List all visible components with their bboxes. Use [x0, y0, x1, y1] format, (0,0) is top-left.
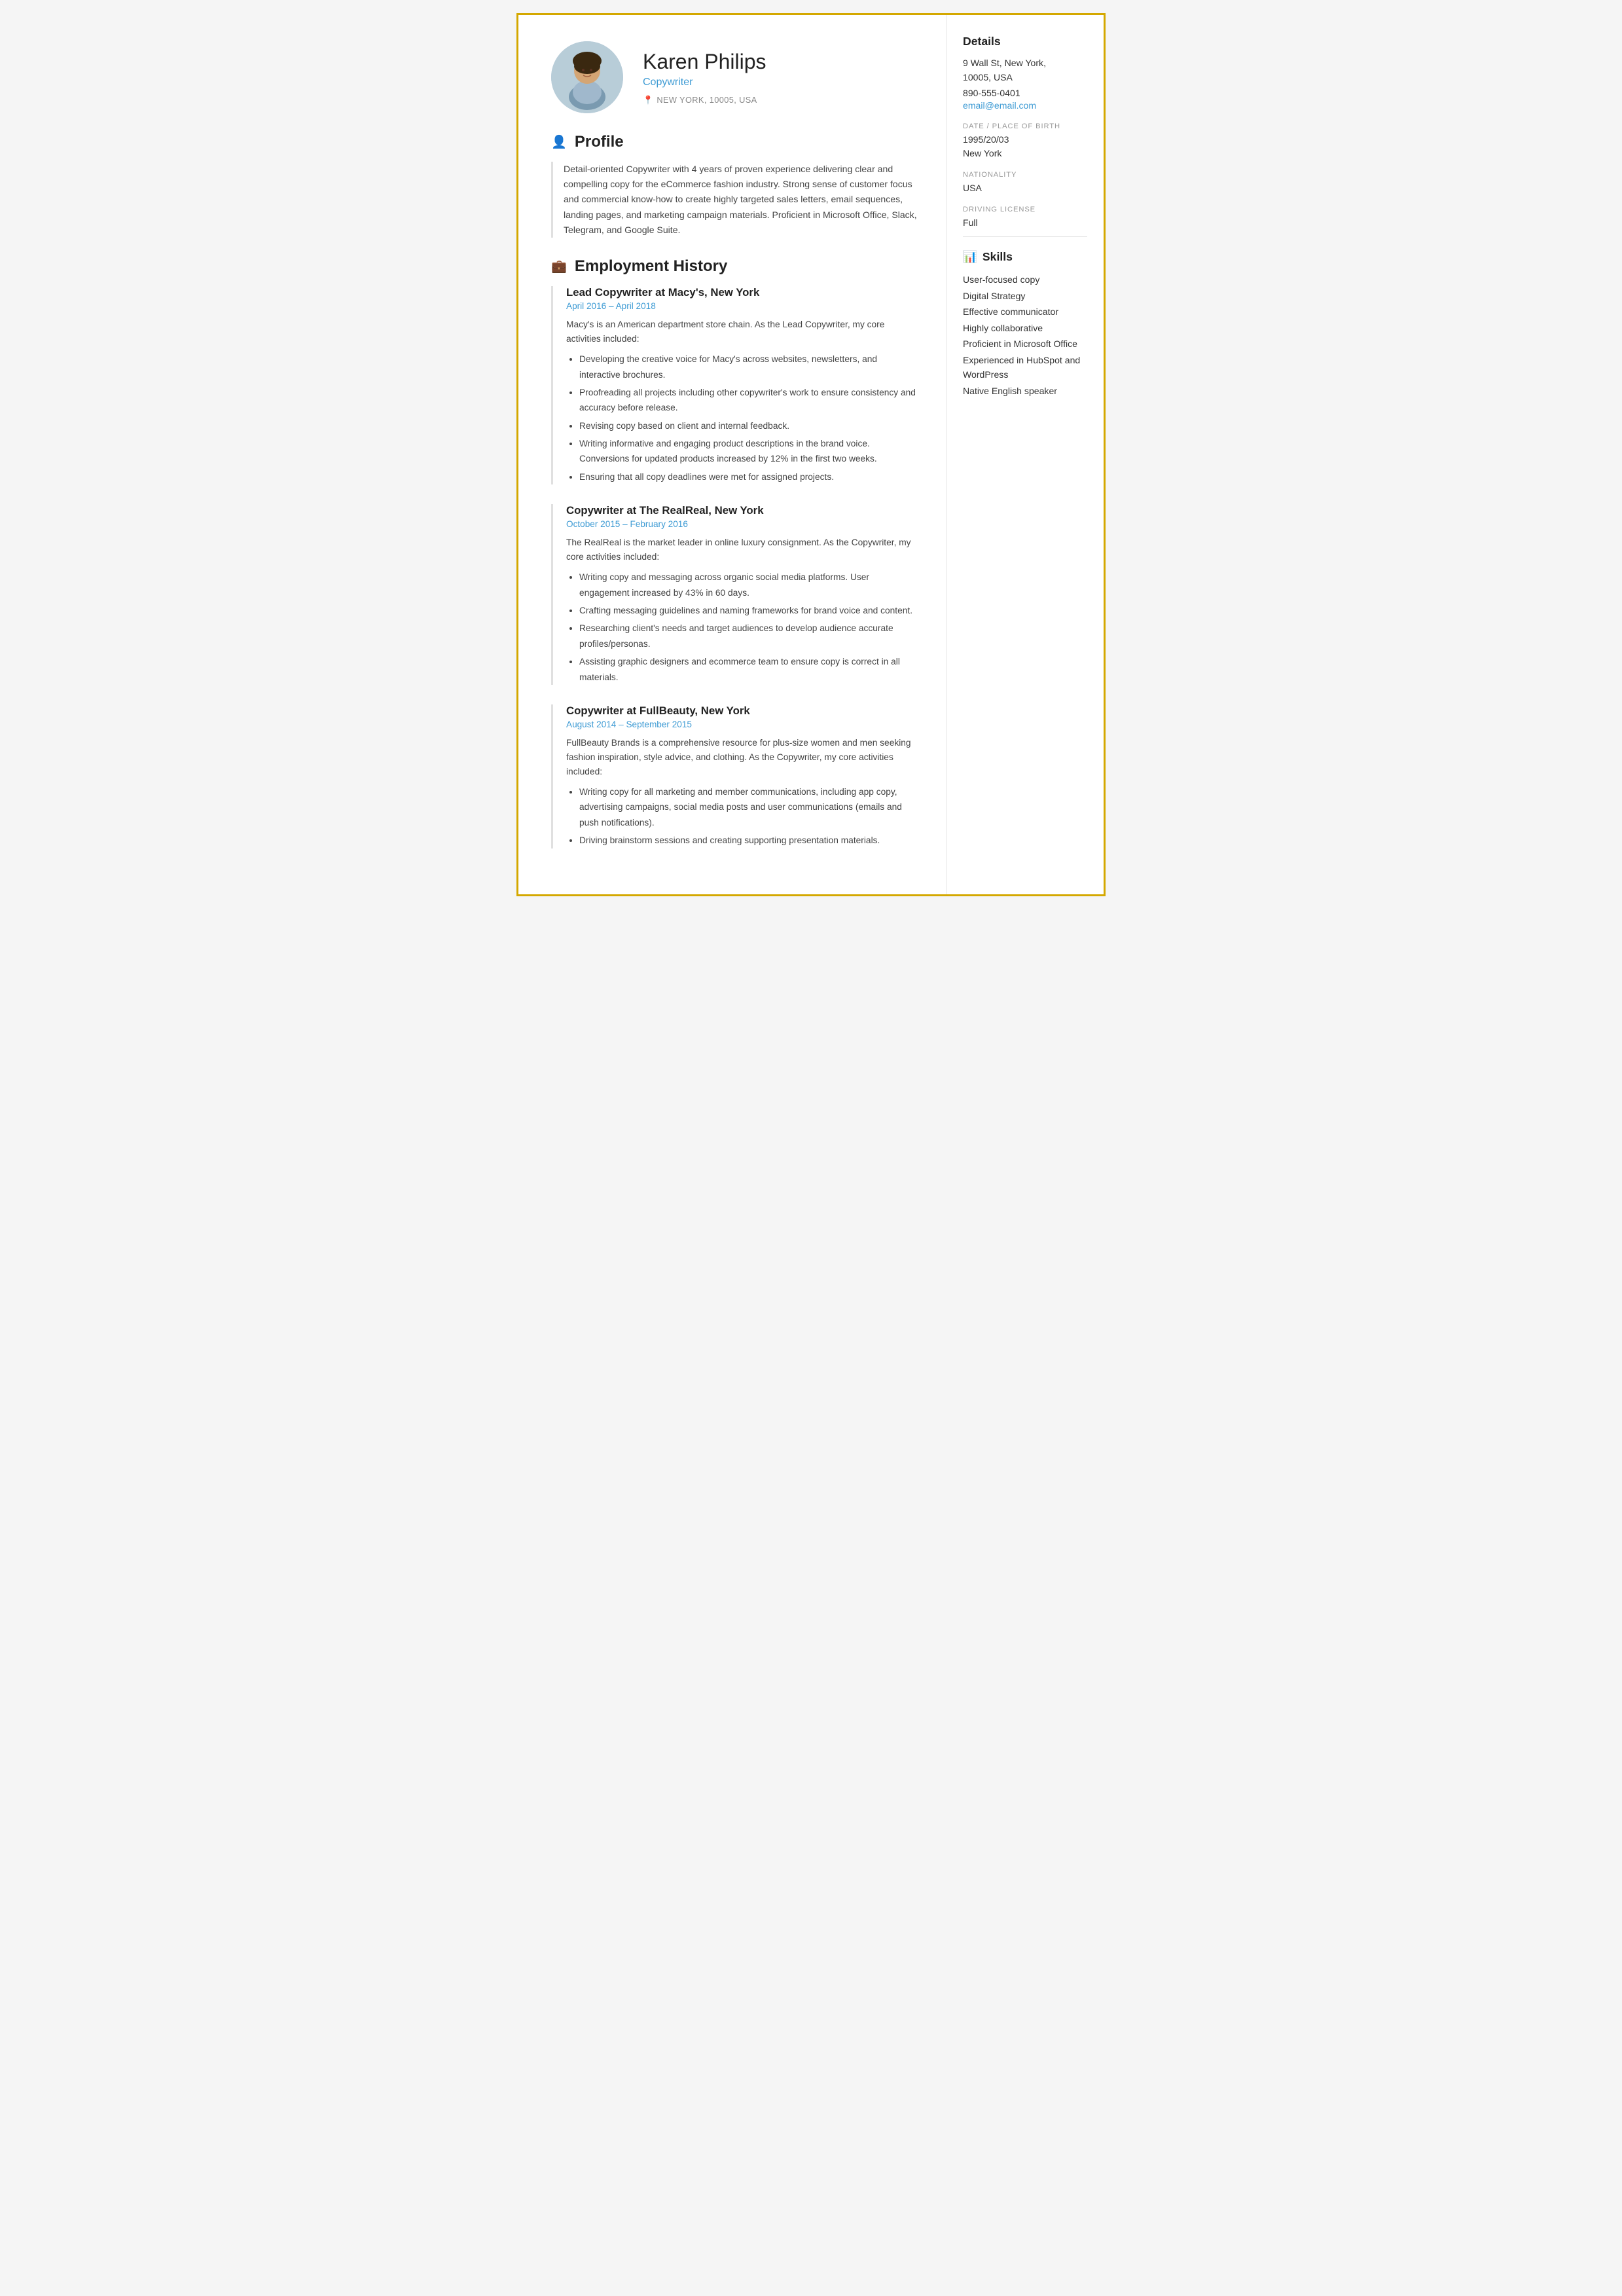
job-title-1: Lead Copywriter at Macy's, New York	[566, 286, 920, 299]
bullet-item: Writing informative and engaging product…	[579, 436, 920, 467]
bullet-item: Writing copy and messaging across organi…	[579, 570, 920, 600]
employment-entry-3: Copywriter at FullBeauty, New York Augus…	[551, 704, 920, 848]
date-range-1: April 2016 – April 2018	[566, 301, 920, 311]
employment-entry-2: Copywriter at The RealReal, New York Oct…	[551, 504, 920, 685]
job-title-2: Copywriter at The RealReal, New York	[566, 504, 920, 517]
avatar	[551, 41, 623, 113]
bullet-item: Ensuring that all copy deadlines were me…	[579, 469, 920, 484]
employment-title: Employment History	[575, 257, 727, 276]
skills-list: User-focused copy Digital Strategy Effec…	[963, 272, 1087, 399]
skill-item: Digital Strategy	[963, 288, 1087, 304]
employment-icon: 💼	[551, 259, 567, 274]
employment-entry-1: Lead Copywriter at Macy's, New York Apri…	[551, 286, 920, 484]
skill-item: Proficient in Microsoft Office	[963, 336, 1087, 352]
profile-text: Detail-oriented Copywriter with 4 years …	[551, 162, 920, 238]
details-title-text: Details	[963, 35, 1001, 48]
date-range-2: October 2015 – February 2016	[566, 519, 920, 529]
job-title-3: Copywriter at FullBeauty, New York	[566, 704, 920, 718]
job-bullets-3: Writing copy for all marketing and membe…	[566, 784, 920, 848]
nationality-value: USA	[963, 181, 1087, 195]
skills-bar-icon: 📊	[963, 250, 977, 264]
bullet-item: Writing copy for all marketing and membe…	[579, 784, 920, 830]
skill-item: Effective communicator	[963, 304, 1087, 320]
job-title: Copywriter	[643, 77, 766, 88]
date-range-3: August 2014 – September 2015	[566, 720, 920, 729]
skill-item: Highly collaborative	[963, 320, 1087, 337]
job-bullets-1: Developing the creative voice for Macy's…	[566, 352, 920, 484]
profile-title: Profile	[575, 133, 624, 151]
bullet-item: Proofreading all projects including othe…	[579, 385, 920, 416]
dob-value: 1995/20/03	[963, 133, 1087, 147]
header-info: Karen Philips Copywriter 📍 NEW YORK, 100…	[643, 50, 766, 105]
email-link[interactable]: email@email.com	[963, 100, 1036, 111]
employment-section-header: 💼 Employment History	[551, 257, 920, 276]
main-column: Karen Philips Copywriter 📍 NEW YORK, 100…	[518, 15, 946, 894]
bullet-item: Revising copy based on client and intern…	[579, 418, 920, 433]
details-section-title: Details	[963, 35, 1087, 48]
bullet-item: Developing the creative voice for Macy's…	[579, 352, 920, 382]
location-pin-icon: 📍	[643, 95, 653, 105]
nationality-label: NATIONALITY	[963, 171, 1087, 179]
driving-label: DRIVING LICENSE	[963, 206, 1087, 213]
skills-title-text: Skills	[982, 250, 1013, 264]
job-bullets-2: Writing copy and messaging across organi…	[566, 570, 920, 685]
skill-item: Experienced in HubSpot and WordPress	[963, 352, 1087, 383]
bullet-item: Crafting messaging guidelines and naming…	[579, 603, 920, 618]
bullet-item: Researching client's needs and target au…	[579, 621, 920, 651]
driving-value: Full	[963, 216, 1087, 230]
location-text: NEW YORK, 10005, USA	[657, 95, 757, 105]
dob-label: DATE / PLACE OF BIRTH	[963, 122, 1087, 130]
job-description-3: FullBeauty Brands is a comprehensive res…	[566, 736, 920, 779]
bullet-item: Driving brainstorm sessions and creating…	[579, 833, 920, 848]
skills-section-title: 📊 Skills	[963, 250, 1087, 264]
skill-item: Native English speaker	[963, 383, 1087, 399]
sidebar: Details 9 Wall St, New York,10005, USA 8…	[946, 15, 1104, 894]
resume-page: Karen Philips Copywriter 📍 NEW YORK, 100…	[516, 13, 1106, 896]
header-section: Karen Philips Copywriter 📍 NEW YORK, 100…	[551, 41, 920, 113]
candidate-name: Karen Philips	[643, 50, 766, 74]
address: 9 Wall St, New York,10005, USA	[963, 56, 1087, 85]
job-description-2: The RealReal is the market leader in onl…	[566, 536, 920, 564]
profile-icon: 👤	[551, 134, 567, 150]
skill-item: User-focused copy	[963, 272, 1087, 288]
bullet-item: Assisting graphic designers and ecommerc…	[579, 654, 920, 685]
sidebar-divider	[963, 236, 1087, 237]
location: 📍 NEW YORK, 10005, USA	[643, 95, 766, 105]
job-description-1: Macy's is an American department store c…	[566, 318, 920, 346]
profile-section-header: 👤 Profile	[551, 133, 920, 151]
phone: 890-555-0401	[963, 86, 1087, 100]
birthplace-value: New York	[963, 147, 1087, 160]
